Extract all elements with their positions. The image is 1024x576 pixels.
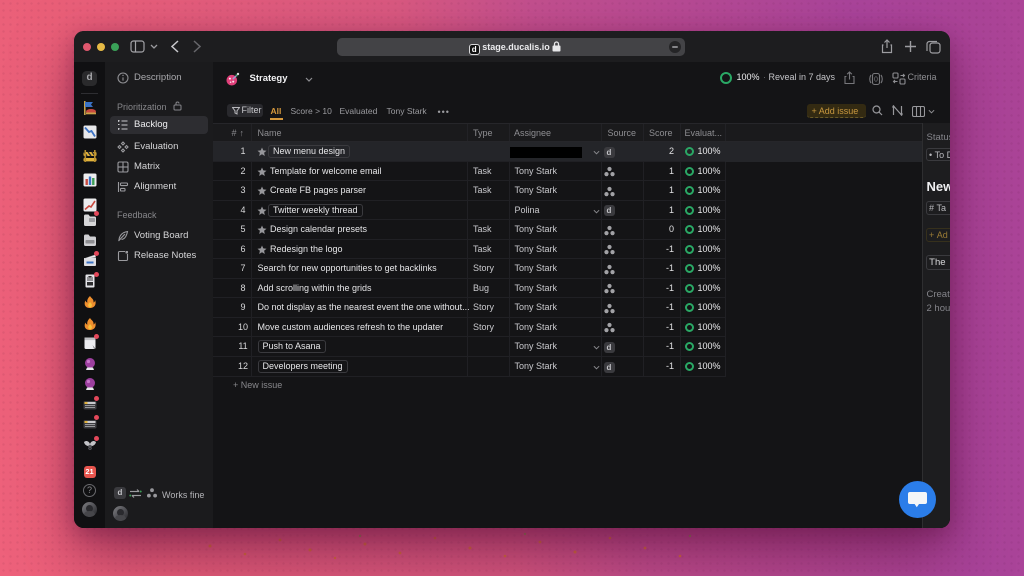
svg-text:0: 0 [874, 76, 878, 83]
